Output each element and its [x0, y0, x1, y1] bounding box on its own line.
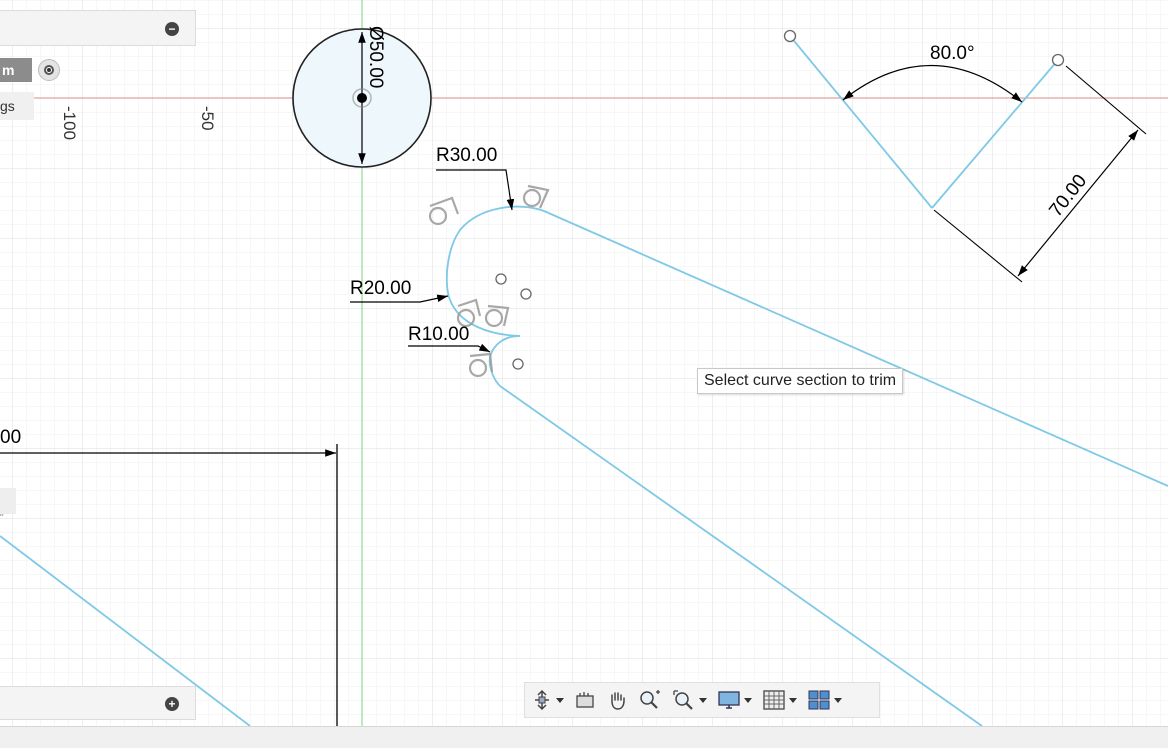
units-chip[interactable]: m — [0, 58, 32, 82]
axis-label-minus-50: -50 — [198, 106, 217, 131]
zoom-button[interactable] — [636, 686, 664, 714]
v-endpoint-left[interactable] — [783, 29, 797, 43]
diameter-dimension-text[interactable]: Ø50.00 — [365, 26, 386, 88]
grid-settings-button[interactable] — [760, 686, 799, 714]
panel-stub — [0, 488, 16, 514]
display-settings-icon — [718, 691, 740, 709]
orbit-button[interactable] — [529, 686, 566, 714]
grid-settings-icon — [763, 690, 785, 710]
look-at-button[interactable] — [572, 686, 598, 714]
look-at-icon — [576, 692, 594, 708]
navigation-toolbar — [524, 682, 880, 718]
comments-panel-header[interactable]: + — [0, 686, 196, 720]
fit-button[interactable] — [670, 686, 709, 714]
display-settings-button[interactable] — [715, 686, 754, 714]
zoom-icon — [640, 690, 660, 709]
fit-icon — [673, 690, 693, 710]
axis-label-minus-100: -100 — [60, 106, 79, 140]
angle-dimension-text[interactable]: 80.0° — [930, 43, 975, 64]
partial-dimension-text[interactable]: 00 — [0, 427, 21, 448]
collapse-panel-button[interactable]: − — [165, 22, 179, 36]
circle-center-point[interactable] — [357, 93, 367, 103]
svg-text:R10.00: R10.00 — [408, 324, 469, 345]
viewports-icon — [808, 690, 830, 710]
browser-panel-header[interactable]: − — [0, 10, 196, 46]
expand-panel-button[interactable]: + — [165, 697, 179, 711]
document-settings-item[interactable]: gs — [0, 92, 34, 120]
v-endpoint-right[interactable] — [1051, 53, 1065, 67]
svg-text:R30.00: R30.00 — [436, 145, 497, 166]
visibility-radio-button[interactable] — [38, 59, 60, 81]
pan-icon — [611, 692, 625, 710]
viewports-button[interactable] — [805, 686, 844, 714]
sketch-canvas[interactable]: -100 -50 Ø50.00 R30.00 R20.00 R10.00 80.… — [0, 0, 1168, 726]
orbit-icon — [535, 689, 549, 711]
status-bar — [0, 726, 1168, 748]
pan-button[interactable] — [604, 686, 630, 714]
trim-tooltip: Select curve section to trim — [697, 368, 904, 394]
svg-text:R20.00: R20.00 — [350, 278, 411, 299]
